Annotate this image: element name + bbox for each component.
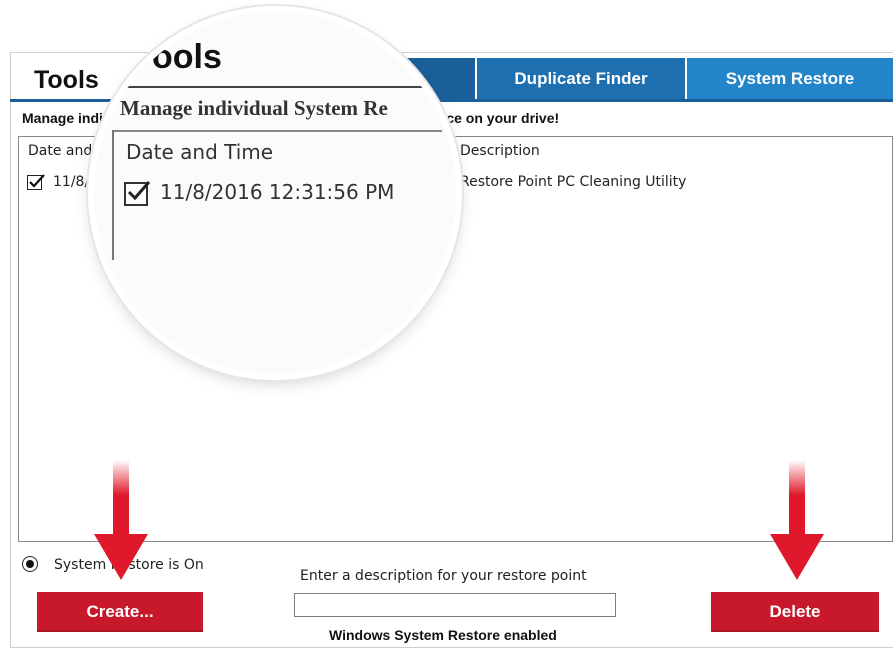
magnified-list-left-border bbox=[112, 130, 114, 260]
arrow-down-icon bbox=[94, 460, 148, 580]
arrow-down-icon bbox=[770, 460, 824, 580]
magnified-list-top-border bbox=[112, 130, 442, 132]
magnified-row-date-time: 11/8/2016 12:31:56 PM bbox=[160, 180, 395, 204]
create-button[interactable]: Create... bbox=[37, 592, 203, 632]
description-label: Enter a description for your restore poi… bbox=[300, 568, 587, 584]
manage-text-right: pace on your drive! bbox=[430, 110, 560, 126]
magnifier-lens: ools Manage individual System Re Date an… bbox=[94, 12, 456, 374]
row-description: Restore Point PC Cleaning Utility bbox=[460, 174, 687, 190]
magnified-checkbox bbox=[124, 181, 151, 206]
delete-button[interactable]: Delete bbox=[711, 592, 879, 632]
description-input[interactable] bbox=[294, 593, 616, 617]
check-icon bbox=[127, 181, 151, 201]
column-header-date-time[interactable]: Date and bbox=[28, 143, 92, 159]
magnified-tab-underline bbox=[114, 86, 454, 88]
column-header-description[interactable]: Description bbox=[460, 143, 540, 159]
check-icon bbox=[29, 174, 45, 188]
magnified-column-header: Date and Time bbox=[126, 140, 274, 164]
system-restore-radio[interactable] bbox=[22, 556, 38, 572]
status-text: Windows System Restore enabled bbox=[329, 627, 557, 643]
manage-text-left: Manage indi bbox=[22, 110, 103, 126]
row-checkbox[interactable] bbox=[27, 174, 45, 190]
row-date-time: 11/8/ bbox=[53, 174, 90, 190]
tab-system-restore[interactable]: System Restore bbox=[687, 58, 893, 100]
magnified-title: ools bbox=[152, 38, 222, 76]
page-title: Tools bbox=[34, 66, 99, 94]
tab-duplicate-finder[interactable]: Duplicate Finder bbox=[477, 58, 685, 100]
magnified-manage-text: Manage individual System Re bbox=[120, 96, 388, 120]
